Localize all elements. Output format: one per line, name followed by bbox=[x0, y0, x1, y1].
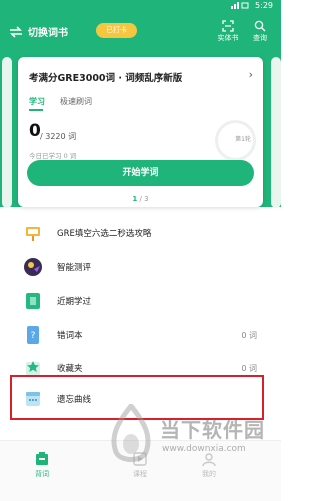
watermark: 当下软件园 www.downxia.com bbox=[106, 404, 276, 476]
status-time: 5:29 bbox=[255, 1, 273, 10]
card-pager: 1 / 3 bbox=[18, 195, 263, 203]
words-icon bbox=[36, 452, 48, 465]
menu-label: 近期学过 bbox=[57, 297, 92, 307]
physical-book-label: 实体书 bbox=[217, 34, 239, 42]
search-icon bbox=[254, 20, 266, 32]
pager-total: / 3 bbox=[139, 195, 149, 203]
menu-label: 错词本 bbox=[57, 331, 83, 341]
menu-item-assessment[interactable]: 智能测评 bbox=[0, 251, 281, 285]
recent-icon bbox=[26, 293, 40, 309]
menu-item-recent[interactable]: 近期学过 bbox=[0, 285, 281, 319]
signal-battery-icon bbox=[231, 2, 249, 9]
chevron-right-icon[interactable]: › bbox=[249, 68, 253, 81]
nav-item-words[interactable]: 背词 bbox=[22, 451, 62, 479]
prev-card-peek bbox=[2, 57, 12, 208]
switch-book-button[interactable]: 切换词书 bbox=[9, 24, 68, 39]
tab-study[interactable]: 学习 bbox=[29, 96, 45, 107]
menu-item-strategy[interactable]: GRE填空六选二秒选攻略 bbox=[0, 217, 281, 251]
search-button[interactable]: 查询 bbox=[247, 20, 273, 43]
menu-label: 智能测评 bbox=[57, 263, 92, 273]
watermark-logo-icon bbox=[111, 404, 151, 462]
menu-value: 0 词 bbox=[241, 364, 257, 373]
scan-icon bbox=[222, 20, 234, 32]
round-label: 第1轮 bbox=[235, 136, 251, 143]
menu-value: 0 词 bbox=[241, 331, 257, 340]
menu-label: 收藏夹 bbox=[57, 364, 83, 374]
pager-current: 1 bbox=[132, 195, 138, 203]
today-progress-text: 今日已学习 0 词 bbox=[29, 152, 77, 160]
total-words: / 3220 词 bbox=[40, 132, 77, 141]
book-title[interactable]: 考满分GRE3000词 · 词频乱序新版 bbox=[29, 70, 182, 84]
start-learning-button[interactable]: 开始学词 bbox=[27, 160, 254, 186]
checkin-badge[interactable]: 已打卡 bbox=[96, 23, 137, 38]
tab-indicator bbox=[29, 109, 43, 111]
menu-item-mistakes[interactable]: ? 错词本 0 词 bbox=[0, 319, 281, 353]
watermark-text: 当下软件园 bbox=[160, 418, 265, 442]
watermark-url: www.downxia.com bbox=[162, 444, 246, 454]
assessment-icon bbox=[24, 258, 42, 276]
switch-book-label: 切换词书 bbox=[28, 28, 68, 39]
swap-icon bbox=[10, 25, 22, 38]
book-card[interactable]: 考满分GRE3000词 · 词频乱序新版 › 学习 极速刷词 0 / 3220 … bbox=[18, 57, 263, 207]
nav-label: 背词 bbox=[35, 470, 49, 478]
tab-fast-review[interactable]: 极速刷词 bbox=[60, 96, 92, 107]
menu-label: GRE填空六选二秒选攻略 bbox=[57, 229, 152, 239]
search-label: 查询 bbox=[253, 34, 267, 42]
status-bar: 5:29 bbox=[0, 0, 281, 11]
strategy-icon bbox=[26, 227, 40, 241]
next-card-peek bbox=[271, 57, 281, 208]
mistake-book-icon: ? bbox=[27, 326, 39, 344]
svg-text:?: ? bbox=[31, 331, 36, 341]
physical-book-button[interactable]: 实体书 bbox=[215, 20, 241, 43]
